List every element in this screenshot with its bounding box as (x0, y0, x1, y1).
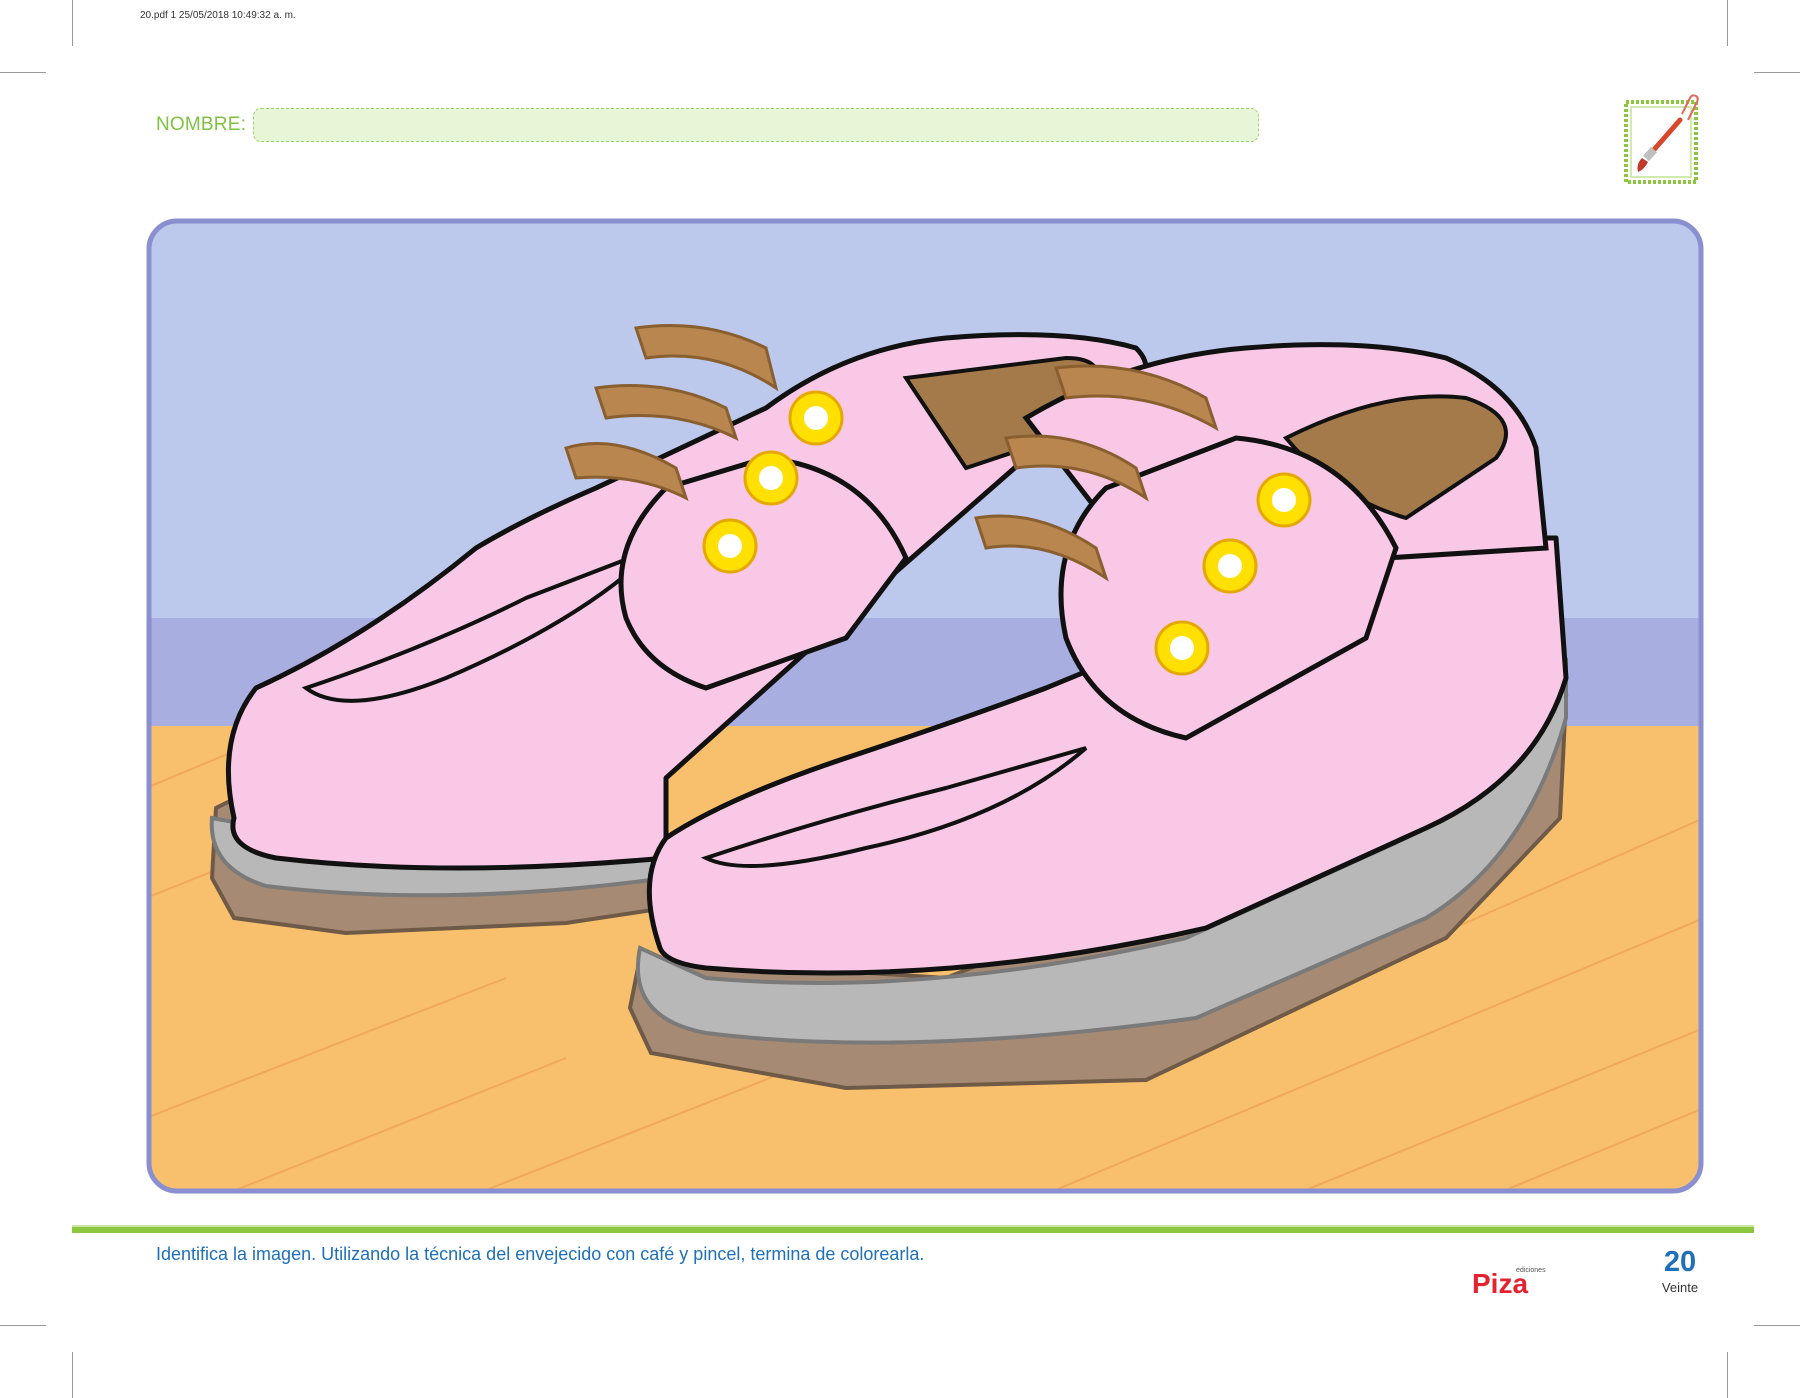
crop-mark (72, 1352, 73, 1398)
shoes-illustration (146, 218, 1704, 1194)
page-number-word: Veinte (1661, 1280, 1699, 1295)
crop-mark (1754, 72, 1800, 73)
crop-mark (1727, 1352, 1728, 1398)
crop-mark (1754, 1325, 1800, 1326)
bottom-rule (72, 1225, 1754, 1233)
crop-mark (72, 0, 73, 46)
print-info: 20.pdf 1 25/05/2018 10:49:32 a. m. (140, 10, 296, 21)
instruction-text: Identifica la imagen. Utilizando la técn… (156, 1244, 925, 1264)
page-number: 20 (1663, 1246, 1697, 1278)
publisher-name: Piza (1472, 1268, 1528, 1296)
crop-mark (0, 72, 46, 73)
name-label: NOMBRE: (156, 114, 247, 135)
crop-mark (0, 1325, 46, 1326)
paintbrush-icon (1624, 94, 1699, 184)
name-input[interactable] (253, 108, 1259, 142)
publisher-logo: ediciones Piza (1472, 1267, 1546, 1296)
crop-mark (1727, 0, 1728, 46)
